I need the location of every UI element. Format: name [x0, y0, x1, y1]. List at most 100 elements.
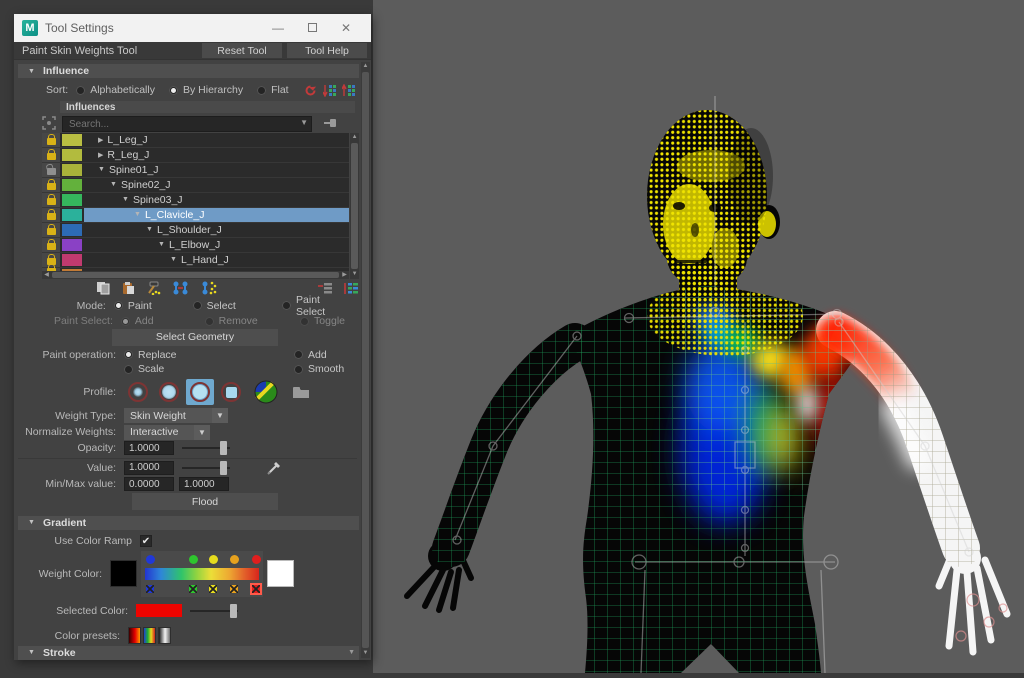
- value-field[interactable]: [124, 461, 174, 475]
- ramp-stop-handle[interactable]: [252, 555, 261, 564]
- color-ramp-widget[interactable]: [141, 551, 263, 597]
- selected-color-slider-handle[interactable]: [230, 604, 237, 618]
- titlebar[interactable]: M Tool Settings — ✕: [14, 14, 371, 42]
- brush-profile-square[interactable]: [217, 379, 245, 405]
- op-scale-radio[interactable]: Scale: [124, 363, 234, 375]
- ramp-stop-handle[interactable]: [189, 555, 198, 564]
- influence-section-header[interactable]: ▼ Influence: [18, 64, 359, 78]
- panel-scrollbar[interactable]: ▲ ▼: [361, 62, 370, 658]
- color-ramp-bar[interactable]: [145, 568, 259, 580]
- use-color-ramp-checkbox[interactable]: ✔: [140, 535, 152, 547]
- sort-list-down-icon[interactable]: [323, 84, 336, 97]
- ramp-stop-handle[interactable]: [230, 555, 239, 564]
- op-smooth-radio[interactable]: Smooth: [294, 363, 344, 375]
- refresh-influences-icon[interactable]: [304, 84, 317, 97]
- influence-color-swatch[interactable]: [62, 239, 82, 251]
- paste-weights-icon[interactable]: [121, 281, 136, 295]
- influence-color-swatch[interactable]: [62, 179, 82, 191]
- lock-toggle[interactable]: [42, 163, 60, 177]
- scroll-up-icon[interactable]: ▲: [350, 133, 359, 142]
- lock-toggle[interactable]: [42, 193, 60, 207]
- opacity-field[interactable]: [124, 441, 174, 455]
- sort-flat-radio[interactable]: Flat: [257, 84, 289, 96]
- influence-color-swatch[interactable]: [62, 149, 82, 161]
- ramp-stop-delete[interactable]: [252, 585, 260, 593]
- influence-row[interactable]: ▼L_Shoulder_J: [42, 223, 349, 238]
- expand-arrow-icon[interactable]: ▼: [98, 166, 105, 173]
- selected-color-swatch[interactable]: [136, 604, 182, 617]
- scroll-down-icon[interactable]: ▼: [350, 270, 359, 279]
- expand-arrow-icon[interactable]: ▼: [158, 241, 165, 248]
- opacity-slider-handle[interactable]: [220, 441, 227, 455]
- tree-vertical-scrollbar[interactable]: ▲ ▼: [350, 133, 359, 279]
- ramp-stop-handle[interactable]: [146, 555, 155, 564]
- value-slider[interactable]: [182, 461, 230, 475]
- value-slider-handle[interactable]: [220, 461, 227, 475]
- ramp-stop-handle[interactable]: [209, 555, 218, 564]
- influence-color-swatch[interactable]: [62, 209, 82, 221]
- expand-arrow-icon[interactable]: ▶: [98, 151, 103, 159]
- influence-row[interactable]: ▼Spine03_J: [42, 193, 349, 208]
- brush-profile-solid[interactable]: [186, 379, 214, 405]
- influence-row[interactable]: ▶R_Leg_J: [42, 148, 349, 163]
- paint-select-remove-radio[interactable]: Remove: [205, 315, 286, 327]
- move-influence-icon[interactable]: [172, 281, 190, 295]
- color-preset-rainbow[interactable]: [143, 627, 156, 644]
- weight-color-low-swatch[interactable]: [110, 560, 137, 587]
- brush-profile-soft[interactable]: [124, 379, 152, 405]
- paint-select-toggle-radio[interactable]: Toggle: [300, 315, 345, 327]
- influence-row[interactable]: ▶L_Leg_J: [42, 133, 349, 148]
- mode-paint-radio[interactable]: Paint: [114, 300, 179, 312]
- minimize-button[interactable]: —: [261, 21, 295, 35]
- sort-list-up-icon[interactable]: [342, 84, 355, 97]
- influence-color-swatch[interactable]: [62, 224, 82, 236]
- lock-toggle[interactable]: [42, 223, 60, 237]
- scroll-right-icon[interactable]: ▶: [340, 271, 349, 278]
- panel-scroll-down-icon[interactable]: ▼: [348, 649, 355, 656]
- lock-toggle[interactable]: [42, 148, 60, 162]
- expand-arrow-icon[interactable]: ▼: [146, 226, 153, 233]
- influence-row[interactable]: ▼L_Elbow_J: [42, 238, 349, 253]
- influence-row-selected[interactable]: ▼L_Clavicle_J: [42, 208, 349, 223]
- expand-arrow-icon[interactable]: ▼: [170, 256, 177, 263]
- ramp-stop-delete[interactable]: [209, 585, 217, 593]
- reset-tool-button[interactable]: Reset Tool: [202, 43, 282, 58]
- show-influenced-verts-icon[interactable]: [200, 281, 218, 295]
- select-influence-icon[interactable]: [42, 116, 56, 130]
- max-value-field[interactable]: [179, 477, 229, 491]
- 3d-viewport[interactable]: [373, 0, 1024, 673]
- influence-row[interactable]: ▼Spine02_J: [42, 178, 349, 193]
- normalize-weights-dropdown[interactable]: Interactive▼: [124, 425, 210, 440]
- copy-weights-icon[interactable]: [96, 281, 111, 295]
- sort-alphabetically-radio[interactable]: Alphabetically: [76, 84, 155, 96]
- weight-hammer-icon[interactable]: [146, 281, 162, 295]
- scroll-left-icon[interactable]: ◀: [42, 271, 51, 278]
- vscroll-thumb[interactable]: [351, 143, 358, 269]
- panel-scroll-down-icon[interactable]: ▼: [361, 649, 370, 658]
- lock-toggle[interactable]: [42, 178, 60, 192]
- expand-arrow-icon[interactable]: ▼: [134, 211, 141, 218]
- image-brush-profile[interactable]: [254, 380, 278, 404]
- stroke-section-header[interactable]: ▼ Stroke ▼: [18, 646, 359, 660]
- search-input[interactable]: [62, 116, 312, 132]
- panel-scroll-up-icon[interactable]: ▲: [361, 62, 370, 71]
- sort-by-hierarchy-radio[interactable]: By Hierarchy: [169, 84, 243, 96]
- select-geometry-button[interactable]: Select Geometry: [112, 329, 278, 345]
- color-preset-grayscale[interactable]: [158, 627, 171, 644]
- flood-button[interactable]: Flood: [132, 493, 278, 509]
- influence-color-swatch[interactable]: [62, 134, 82, 146]
- color-preset-red-ramp[interactable]: [128, 627, 141, 644]
- gradient-section-header[interactable]: ▼ Gradient: [18, 516, 359, 530]
- hscroll-thumb[interactable]: [52, 272, 339, 278]
- pin-icon[interactable]: [322, 117, 338, 129]
- op-add-radio[interactable]: Add: [294, 349, 327, 361]
- expand-arrow-icon[interactable]: ▼: [122, 196, 129, 203]
- lock-toggle[interactable]: [42, 133, 60, 147]
- search-dropdown-icon[interactable]: ▼: [300, 118, 308, 127]
- eyedropper-icon[interactable]: [266, 460, 282, 476]
- expand-arrow-icon[interactable]: ▶: [98, 136, 103, 144]
- paint-select-add-radio[interactable]: Add: [121, 315, 191, 327]
- browse-profile-folder-icon[interactable]: [292, 385, 310, 399]
- ramp-stop-delete[interactable]: [146, 585, 154, 593]
- lock-toggle[interactable]: [42, 238, 60, 252]
